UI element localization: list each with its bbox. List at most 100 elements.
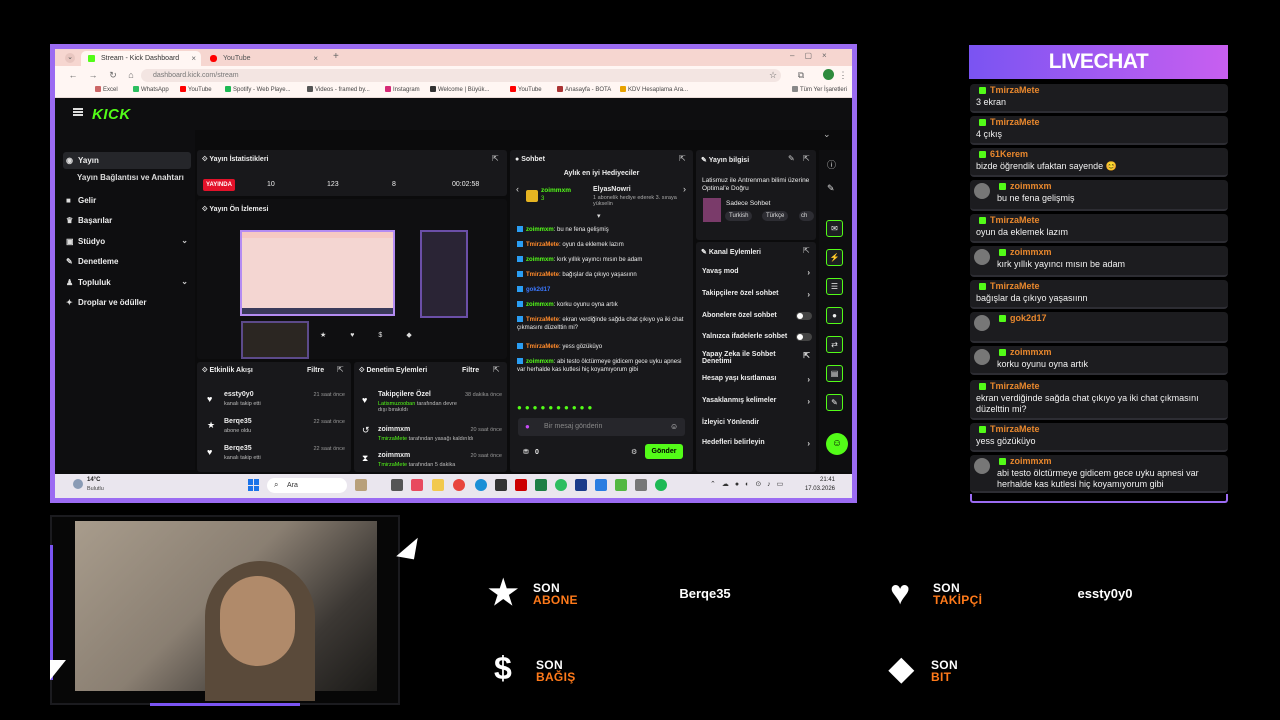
chat-username[interactable]: zoimmxm: [526, 359, 554, 365]
toggle-switch[interactable]: [796, 333, 812, 341]
chat-username[interactable]: zoimmxm: [526, 257, 554, 263]
taskbar-search[interactable]: ⌕ Ara: [267, 478, 347, 493]
chat-username[interactable]: zoimmxm: [526, 227, 554, 233]
window-controls[interactable]: –▢×: [790, 51, 837, 60]
popout-icon[interactable]: ⇱: [803, 154, 810, 163]
send-button[interactable]: Gönder: [645, 444, 683, 459]
activity-user[interactable]: Berqe35: [224, 418, 252, 425]
rail-button[interactable]: ✎: [826, 394, 843, 411]
channel-action-row[interactable]: İzleyici Yönlendir: [702, 419, 812, 426]
taskbar-app-icon[interactable]: [515, 479, 527, 491]
taskbar-app-icon[interactable]: [495, 479, 507, 491]
file-explorer-icon[interactable]: [432, 479, 444, 491]
moderation-title[interactable]: zoimmxm: [378, 452, 410, 459]
chevron-right-icon[interactable]: ›: [683, 184, 686, 194]
bookmark-star-icon[interactable]: ☆: [767, 69, 779, 81]
bookmark-item[interactable]: Videos - framed by...: [307, 86, 370, 93]
profile-avatar[interactable]: [823, 69, 834, 80]
whatsapp-icon[interactable]: [555, 479, 567, 491]
kick-logo[interactable]: KICK: [92, 106, 131, 123]
menu-icon[interactable]: ⋮: [837, 69, 849, 81]
channel-action-row[interactable]: Yasaklanmış kelimeler ›: [702, 397, 812, 406]
system-tray-icons[interactable]: ⌃☁●◐⊙♪▭: [710, 480, 789, 488]
collapse-icon[interactable]: ⌄: [823, 129, 831, 140]
chat-username[interactable]: gok2d17: [526, 287, 550, 293]
tab-youtube[interactable]: YouTube ×: [203, 51, 323, 66]
taskbar-app-icon[interactable]: [595, 479, 607, 491]
clock-time[interactable]: 21:41: [805, 477, 835, 483]
moderation-title[interactable]: zoimmxm: [378, 426, 410, 433]
sidebar-item-droplar[interactable]: ✦ Droplar ve ödüller: [63, 294, 191, 311]
tab-search-icon[interactable]: ⌄: [65, 53, 75, 63]
sidebar-item-yayin[interactable]: ◉ Yayın: [63, 152, 191, 169]
channel-action-row[interactable]: Hedefleri belirleyin ›: [702, 439, 812, 448]
popout-icon[interactable]: ⇱: [492, 154, 499, 163]
sidebar-item-basarilar[interactable]: ♛ Başarılar: [63, 212, 191, 229]
task-view-icon[interactable]: [391, 479, 403, 491]
chat-input[interactable]: ● Bir mesaj gönderin ☺: [518, 418, 685, 436]
channel-action-row[interactable]: Yalnızca ifadelerle sohbet: [702, 333, 812, 341]
rail-button[interactable]: ⚡: [826, 249, 843, 266]
edit-icon[interactable]: ✎: [788, 154, 795, 163]
chat-username[interactable]: TmirzaMete: [526, 272, 559, 278]
channel-action-row[interactable]: Yapay Zeka ile Sohbet Denetimi ⇱: [702, 351, 812, 365]
taskbar-app-icon[interactable]: [355, 479, 367, 491]
rail-button[interactable]: ●: [826, 307, 843, 324]
pin-icon[interactable]: ▾: [597, 212, 601, 220]
spotify-icon[interactable]: [655, 479, 667, 491]
home-icon[interactable]: ⌂: [125, 69, 137, 81]
sidebar-item-gelir[interactable]: ■ Gelir: [63, 192, 191, 209]
gifter-name[interactable]: ElyasNowri: [593, 186, 631, 193]
filter-button[interactable]: Filtre: [462, 367, 479, 374]
channel-action-row[interactable]: Yavaş mod ›: [702, 268, 812, 277]
hamburger-menu-icon[interactable]: [73, 108, 83, 116]
bookmark-item[interactable]: Welcome | Büyük...: [430, 86, 489, 93]
rail-button[interactable]: ⇄: [826, 336, 843, 353]
mic-icon[interactable]: ●: [525, 422, 530, 431]
taskbar-app-icon[interactable]: [635, 479, 647, 491]
sidebar-item-studyo[interactable]: ▣ Stüdyo ⌄: [63, 233, 191, 250]
support-chat-icon[interactable]: ☺: [826, 433, 848, 455]
chat-username[interactable]: zoimmxm: [526, 302, 554, 308]
popout-icon[interactable]: ⇱: [679, 154, 686, 163]
excel-icon[interactable]: [535, 479, 547, 491]
emote-bar[interactable]: ●●●●●●●●●●: [517, 403, 687, 413]
activity-user[interactable]: essty0y0: [224, 391, 254, 398]
close-tab-icon[interactable]: ×: [191, 54, 196, 63]
bookmark-item[interactable]: Instagram: [385, 86, 420, 93]
sidebar-item-denetleme[interactable]: ✎ Denetleme: [63, 253, 191, 270]
toggle-switch[interactable]: [796, 312, 812, 320]
info-circle-icon[interactable]: ⓘ: [827, 158, 836, 171]
bookmark-item[interactable]: Spotify - Web Playe...: [225, 86, 291, 93]
sidebar-subitem-stream-key[interactable]: Yayın Bağlantısı ve Anahtarı: [77, 173, 184, 182]
chevron-left-icon[interactable]: ‹: [516, 184, 519, 194]
all-bookmarks[interactable]: Tüm Yer İşaretleri: [792, 86, 847, 93]
pencil-icon[interactable]: ✎: [827, 183, 835, 194]
new-tab-button[interactable]: +: [333, 51, 339, 62]
address-bar[interactable]: dashboard.kick.com/stream: [141, 69, 781, 82]
bookmark-item[interactable]: WhatsApp: [133, 86, 169, 93]
windows-start-icon[interactable]: [248, 479, 260, 491]
rail-button[interactable]: ☰: [826, 278, 843, 295]
popout-icon[interactable]: ⇱: [337, 365, 344, 374]
bookmark-item[interactable]: Excel: [95, 86, 118, 93]
popout-icon[interactable]: ⇱: [803, 246, 810, 255]
channel-action-row[interactable]: Takipçilere özel sohbet ›: [702, 290, 812, 299]
channel-action-row[interactable]: Hesap yaşı kısıtlaması ›: [702, 375, 812, 384]
channel-action-row[interactable]: Abonelere özel sohbet: [702, 312, 812, 320]
bookmark-item[interactable]: KDV Hesaplama Ara...: [620, 86, 688, 93]
activity-user[interactable]: Berqe35: [224, 445, 252, 452]
settings-icon[interactable]: ⚙: [631, 448, 637, 456]
gifter-name[interactable]: zoimmxm: [541, 187, 571, 194]
chat-username[interactable]: TmirzaMete: [526, 242, 559, 248]
taskbar-app-icon[interactable]: [615, 479, 627, 491]
taskbar-app-icon[interactable]: [575, 479, 587, 491]
weather-temp[interactable]: 14°C: [87, 477, 100, 483]
tab-kick-dashboard[interactable]: Stream - Kick Dashboard ×: [81, 51, 201, 66]
forward-icon[interactable]: →: [87, 69, 99, 81]
chrome-icon[interactable]: [453, 479, 465, 491]
chat-username[interactable]: TmirzaMete: [526, 344, 559, 350]
rail-button[interactable]: ✉: [826, 220, 843, 237]
rail-button[interactable]: ▤: [826, 365, 843, 382]
close-tab-icon[interactable]: ×: [313, 54, 318, 63]
